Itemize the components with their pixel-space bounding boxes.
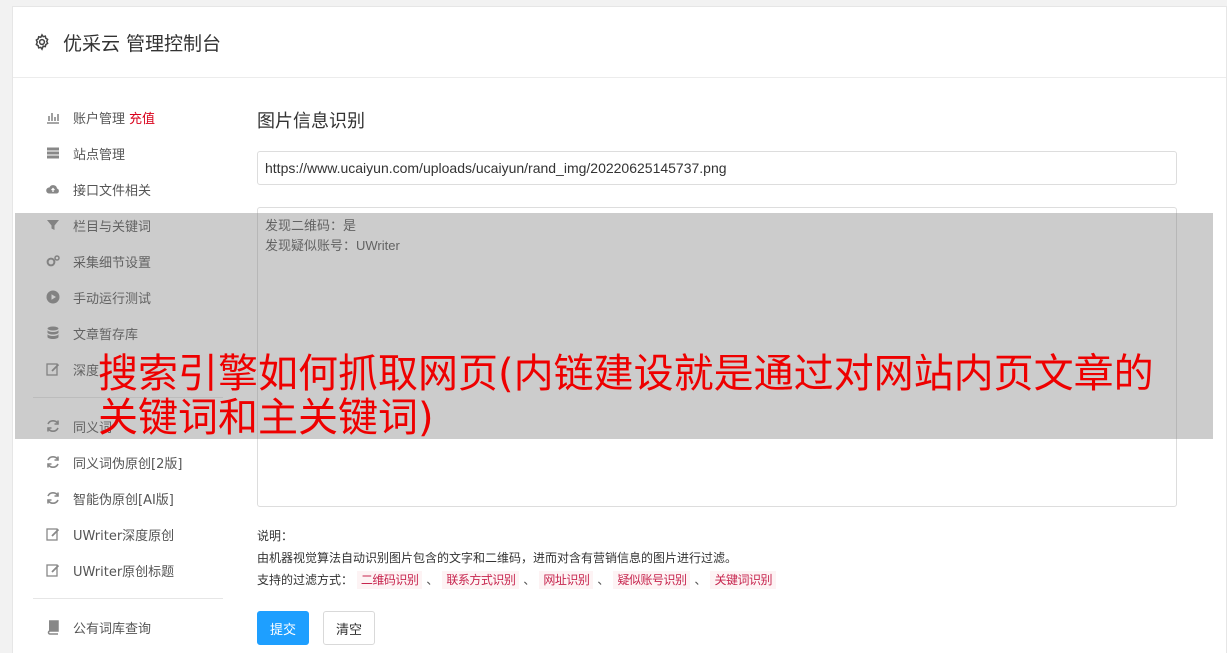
sidebar-item-label: 账户管理: [73, 111, 126, 127]
edit-icon: [44, 562, 62, 578]
filter-tag: 联系方式识别: [442, 571, 520, 589]
section-title: 图片信息识别: [257, 111, 365, 132]
submit-button[interactable]: 提交: [257, 611, 310, 645]
clear-button[interactable]: 清空: [323, 611, 376, 645]
filter-tag: 关键词识别: [710, 571, 776, 589]
refresh-icon: [44, 490, 62, 506]
sidebar-item[interactable]: 账户管理 充值: [13, 99, 223, 135]
sidebar-item[interactable]: 同义词伪原创[2版]: [13, 444, 223, 480]
header: 优采云 管理控制台: [13, 7, 1226, 78]
filters-label: 支持的过滤方式：: [257, 573, 354, 587]
tag-separator: 、: [597, 573, 610, 587]
recharge-link[interactable]: 充值: [129, 108, 155, 127]
server-icon: [44, 145, 62, 161]
book-icon: [44, 619, 62, 635]
sidebar-item[interactable]: UWriter深度原创: [13, 516, 223, 552]
tag-separator: 、: [523, 573, 536, 587]
sidebar-item[interactable]: 智能伪原创[AI版]: [13, 480, 223, 516]
action-bar: 提交 清空: [257, 611, 1177, 645]
sidebar-item-label: 接口文件相关: [73, 183, 152, 199]
sidebar-item-label: UWriter深度原创: [73, 528, 175, 544]
page-title: 优采云 管理控制台: [63, 32, 222, 55]
refresh-icon: [44, 454, 62, 470]
sidebar-item-label: 站点管理: [73, 147, 126, 163]
filters-row: 支持的过滤方式： 二维码识别、联系方式识别、网址识别、疑似账号识别、关键词识别: [257, 569, 1177, 591]
cloud-upload-icon: [44, 181, 62, 197]
filter-tag: 二维码识别: [356, 571, 423, 589]
sidebar-divider: [33, 598, 223, 599]
filter-tag: 网址识别: [539, 571, 594, 589]
sidebar-item[interactable]: 公有词库查询: [13, 609, 223, 645]
image-url-input[interactable]: [257, 151, 1177, 185]
gear-icon: [35, 33, 49, 51]
notes-description: 由机器视觉算法自动识别图片包含的文字和二维码，进而对含有营销信息的图片进行过滤。: [257, 551, 738, 565]
filter-tag: 疑似账号识别: [613, 571, 691, 589]
sidebar-item-label: UWriter原创标题: [73, 564, 175, 580]
tag-separator: 、: [694, 573, 707, 587]
sidebar-item-label: 同义词伪原创[2版]: [73, 456, 183, 472]
tag-separator: 、: [426, 573, 439, 587]
bar-chart-icon: [44, 109, 62, 125]
overlay-caption: 搜索引擎如何抓取网页(内链建设就是通过对网站内页文章的关键词和主关键词): [98, 351, 1154, 441]
notes: 说明： 由机器视觉算法自动识别图片包含的文字和二维码，进而对含有营销信息的图片进…: [257, 525, 1177, 591]
sidebar-item-label: 公有词库查询: [73, 621, 152, 637]
sidebar-item[interactable]: 站点管理: [13, 135, 223, 171]
notes-label: 说明：: [257, 529, 294, 543]
sidebar-item[interactable]: UWriter原创标题: [13, 552, 223, 588]
sidebar-item[interactable]: 接口文件相关: [13, 171, 223, 207]
edit-icon: [44, 526, 62, 542]
sidebar-item-label: 智能伪原创[AI版]: [73, 492, 174, 508]
